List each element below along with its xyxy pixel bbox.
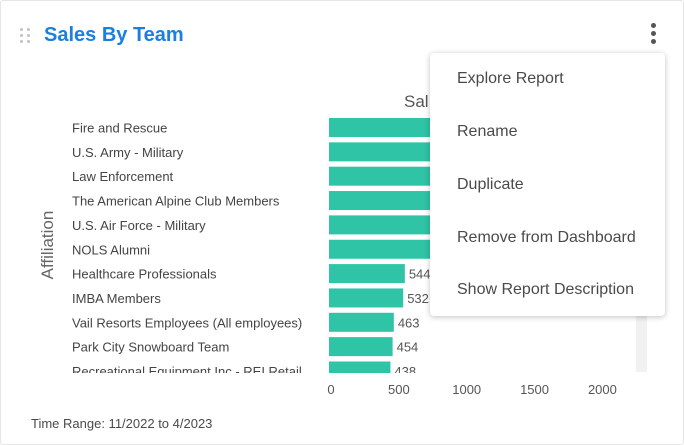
y-axis-label: Affiliation [38, 211, 57, 280]
bar [329, 118, 440, 137]
bar [329, 191, 436, 211]
menu-item-label: Rename [457, 123, 518, 140]
menu-item-label: Duplicate [457, 176, 524, 193]
menu-item-rename[interactable]: Rename [430, 106, 665, 158]
bar-value-label: 544 [409, 267, 431, 282]
x-tick-label: 500 [388, 382, 410, 397]
category-label: Recreational Equipment Inc - REI Retail [72, 364, 302, 379]
bar [329, 239, 433, 259]
menu-item-duplicate[interactable]: Duplicate [430, 159, 665, 211]
chart-title: Sal [404, 92, 429, 111]
x-tick-label: 2000 [588, 382, 617, 397]
category-label: Healthcare Professionals [72, 267, 217, 282]
bar-value-label: 463 [398, 315, 420, 330]
category-label: Law Enforcement [72, 169, 174, 184]
bar [329, 166, 437, 186]
category-label: U.S. Army - Military [72, 145, 184, 160]
bar [329, 142, 439, 162]
x-tick-label: 0 [327, 382, 334, 397]
menu-item-label: Explore Report [457, 70, 564, 87]
x-tick-label: 1500 [520, 382, 549, 397]
bar [329, 215, 435, 235]
menu-item-show-report-description[interactable]: Show Report Description [430, 264, 665, 316]
category-label: Park City Snowboard Team [72, 340, 229, 355]
bar [329, 337, 393, 357]
category-label: Fire and Rescue [72, 121, 167, 136]
time-range-label: Time Range: 11/2022 to 4/2023 [31, 416, 213, 431]
bar [329, 288, 404, 308]
category-label: The American Alpine Club Members [72, 194, 280, 209]
menu-item-label: Show Report Description [457, 281, 634, 298]
bar [329, 361, 391, 373]
category-label: NOLS Alumni [72, 242, 150, 257]
bar-value-label: 438 [394, 364, 416, 379]
category-label: Vail Resorts Employees (All employees) [72, 315, 302, 330]
menu-item-explore-report[interactable]: Explore Report [430, 53, 665, 105]
menu-item-remove-from-dashboard[interactable]: Remove from Dashboard [430, 212, 665, 264]
category-label: U.S. Air Force - Military [72, 218, 206, 233]
menu-item-label: Remove from Dashboard [457, 229, 636, 246]
x-tick-label: 1000 [452, 382, 481, 397]
bar-value-label: 454 [397, 340, 419, 355]
bar [329, 312, 394, 332]
report-options-menu: Explore Report Rename Duplicate Remove f… [430, 53, 665, 316]
bar [329, 264, 405, 284]
bar-value-label: 532 [407, 291, 429, 306]
category-label: IMBA Members [72, 291, 161, 306]
